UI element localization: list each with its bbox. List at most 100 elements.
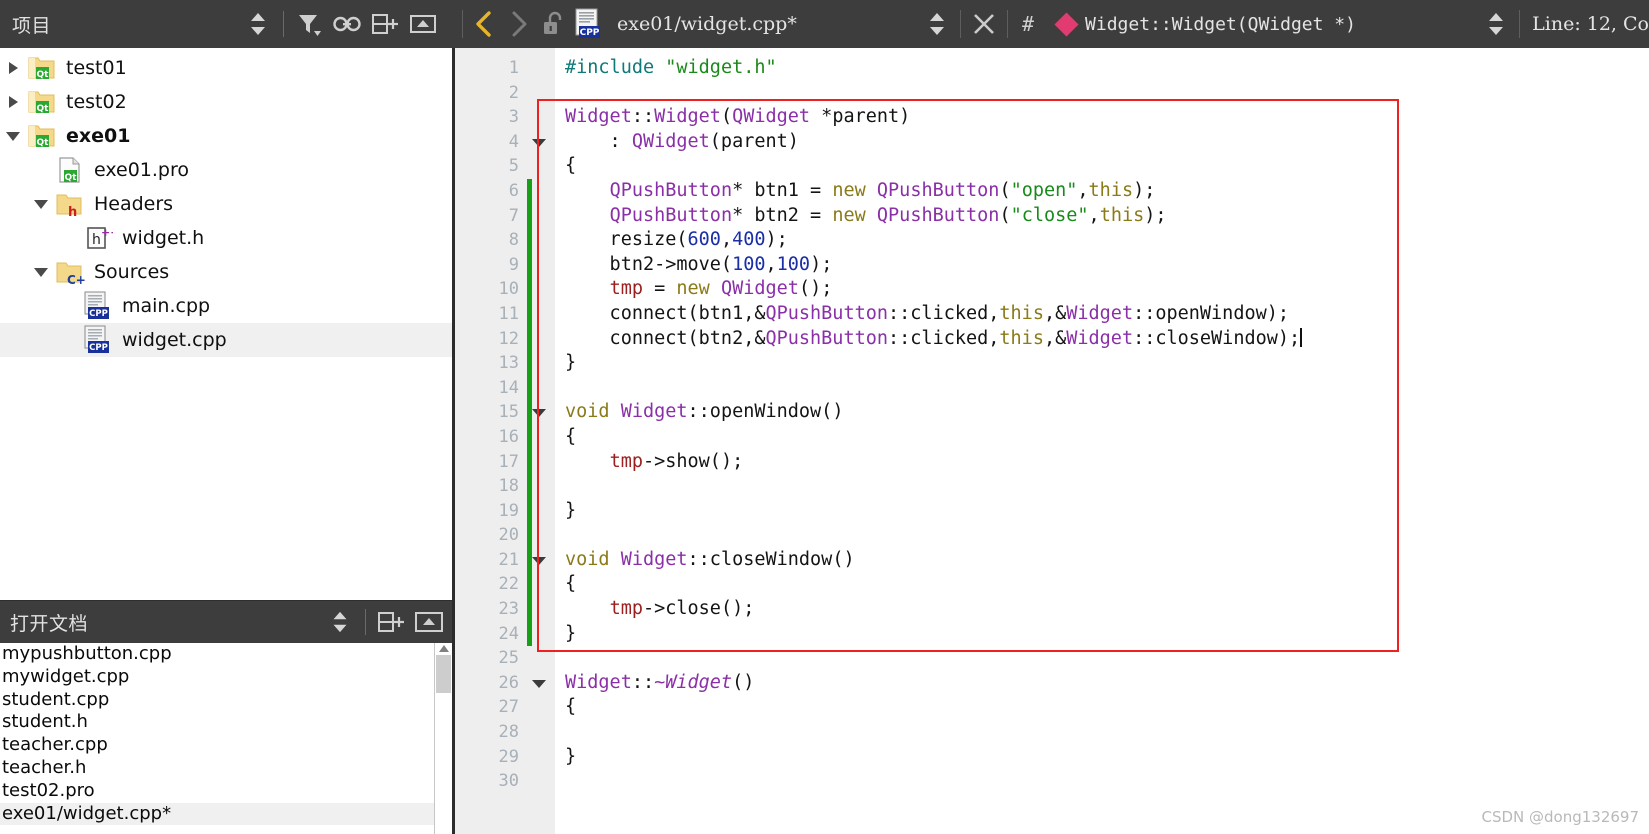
fold-triangle-icon[interactable] [532, 680, 546, 688]
code-token: , [1088, 204, 1100, 226]
code-token: : [565, 130, 632, 152]
open-document-item[interactable]: student.h [0, 711, 452, 734]
toolbar-divider [283, 11, 284, 37]
svg-text:++: ++ [101, 226, 113, 239]
expand-triangle-icon[interactable] [0, 62, 26, 74]
close-x-icon[interactable] [965, 6, 1003, 42]
code-token: QPushButton [765, 327, 889, 349]
tree-item-test02[interactable]: Qt test02 [0, 85, 452, 119]
code-token: , [720, 229, 733, 251]
tree-item-test01[interactable]: Qt test01 [0, 51, 452, 85]
code-token: Widget [620, 401, 688, 423]
svg-text:h: h [68, 205, 77, 218]
code-token: new [676, 278, 710, 300]
code-token: ::clicked, [888, 327, 1000, 349]
toolbar-divider-2 [960, 10, 961, 38]
change-bar [527, 179, 532, 647]
tree-item-label: widget.cpp [122, 329, 227, 351]
open-documents-scrollbar[interactable] [434, 643, 452, 834]
svg-text:h: h [92, 232, 101, 248]
editor-area: CPP exe01/widget.cpp* # Widget::Widget(Q… [452, 0, 1649, 834]
line-number: 25 [498, 648, 519, 669]
code-line: resize(600,400); [565, 228, 1649, 253]
line-number: 27 [498, 697, 519, 718]
fold-marker-column[interactable] [527, 48, 555, 834]
code-token: Widget [565, 106, 632, 128]
expand-triangle-icon[interactable] [0, 96, 26, 108]
collapse-triangle-icon[interactable] [28, 199, 54, 209]
qt-folder-icon: Qt [26, 54, 58, 82]
fold-triangle-icon[interactable] [532, 557, 546, 565]
link-icon[interactable] [328, 6, 366, 42]
code-token: 100 [776, 253, 811, 275]
tree-item-headers[interactable]: h Headers [0, 187, 452, 221]
tree-item-widget-cpp[interactable]: CPP widget.cpp [0, 323, 452, 357]
open-document-item[interactable]: mywidget.cpp [0, 666, 452, 689]
tree-item-widget-h[interactable]: h++ widget.h [0, 221, 452, 255]
tree-item-label: main.cpp [122, 295, 211, 317]
open-document-item[interactable]: test02.pro [0, 780, 452, 803]
filter-funnel-icon[interactable] [290, 6, 328, 42]
tree-item-main-cpp[interactable]: CPP main.cpp [0, 289, 452, 323]
line-number: 22 [498, 574, 519, 595]
code-token: tmp [609, 450, 643, 472]
project-tree[interactable]: Qt test01 Qt test02 Qt exe01 Qt exe01.pro h Heade… [0, 48, 452, 600]
scrollbar-thumb[interactable] [436, 655, 451, 693]
tree-item-exe01-pro[interactable]: Qt exe01.pro [0, 153, 452, 187]
code-token: this [999, 327, 1044, 349]
tree-item-exe01[interactable]: Qt exe01 [0, 119, 452, 153]
svg-text:Qt: Qt [37, 138, 50, 148]
line-number: 3 [508, 107, 519, 128]
chevron-left-icon[interactable] [467, 4, 501, 44]
line-number-rows: 1 2 3 4 5 6 7 8 9 10 11 12 13 14 15 16 17 18 19 20 21 22 23 24 2… [455, 48, 527, 794]
close-split-icon[interactable] [410, 604, 448, 640]
collapse-triangle-icon[interactable] [28, 267, 54, 277]
code-text-column[interactable]: #include "widget.h" Widget::Widget(QWidg… [537, 48, 1649, 834]
scroll-up-arrow-icon[interactable] [439, 645, 449, 652]
fold-triangle-icon[interactable] [532, 138, 546, 147]
fold-triangle-icon[interactable] [532, 409, 546, 418]
code-line: QPushButton* btn2 = new QPushButton("clo… [565, 204, 1649, 229]
line-number: 28 [498, 722, 519, 743]
code-editor[interactable]: 1 2 3 4 5 6 7 8 9 10 11 12 13 14 15 16 17 18 19 20 21 22 23 24 2… [452, 48, 1649, 834]
chevron-right-icon[interactable] [501, 4, 535, 44]
close-split-icon[interactable] [404, 6, 442, 42]
tree-item-sources[interactable]: C++ Sources [0, 255, 452, 289]
open-document-item[interactable]: exe01/widget.cpp* [0, 802, 452, 826]
line-number: 11 [498, 303, 519, 324]
current-symbol-label[interactable]: Widget::Widget(QWidget *) [1075, 14, 1356, 35]
open-documents-list[interactable]: mypushbutton.cpp mywidget.cpp student.cpp s… [0, 643, 452, 834]
code-token: { [565, 425, 577, 447]
split-add-icon[interactable] [366, 6, 404, 42]
open-document-item[interactable]: mypushbutton.cpp [0, 643, 452, 666]
collapse-triangle-icon[interactable] [0, 131, 26, 141]
open-document-item[interactable]: teacher.h [0, 757, 452, 780]
editor-file-name[interactable]: exe01/widget.cpp* [607, 13, 797, 35]
project-panel-header: 项目 [0, 0, 452, 48]
line-number: 24 [498, 623, 519, 644]
code-token: QPushButton [876, 179, 1000, 201]
unlocked-padlock-icon[interactable] [535, 4, 569, 44]
code-line: } [565, 499, 1649, 524]
open-document-item[interactable]: student.cpp [0, 689, 452, 712]
sort-arrows-icon[interactable] [1477, 6, 1515, 42]
code-token: ,& [1043, 302, 1067, 324]
code-token: QWidget [631, 130, 710, 152]
sort-arrows-icon[interactable] [239, 6, 277, 42]
code-token: tmp [609, 278, 643, 300]
watermark-label: CSDN @dong132697 [1481, 808, 1639, 826]
open-documents-rows: mypushbutton.cpp mywidget.cpp student.cpp s… [0, 643, 452, 826]
code-token: ::closeWindow() [687, 548, 855, 570]
split-add-icon[interactable] [372, 604, 410, 640]
open-document-item[interactable]: teacher.cpp [0, 734, 452, 757]
qt-creator-window: 项目 Qt test01 Qt test02 Qt exe01 Qt exe01… [0, 0, 1649, 834]
sort-arrows-icon[interactable] [918, 6, 956, 42]
sort-arrows-icon[interactable] [321, 604, 359, 640]
